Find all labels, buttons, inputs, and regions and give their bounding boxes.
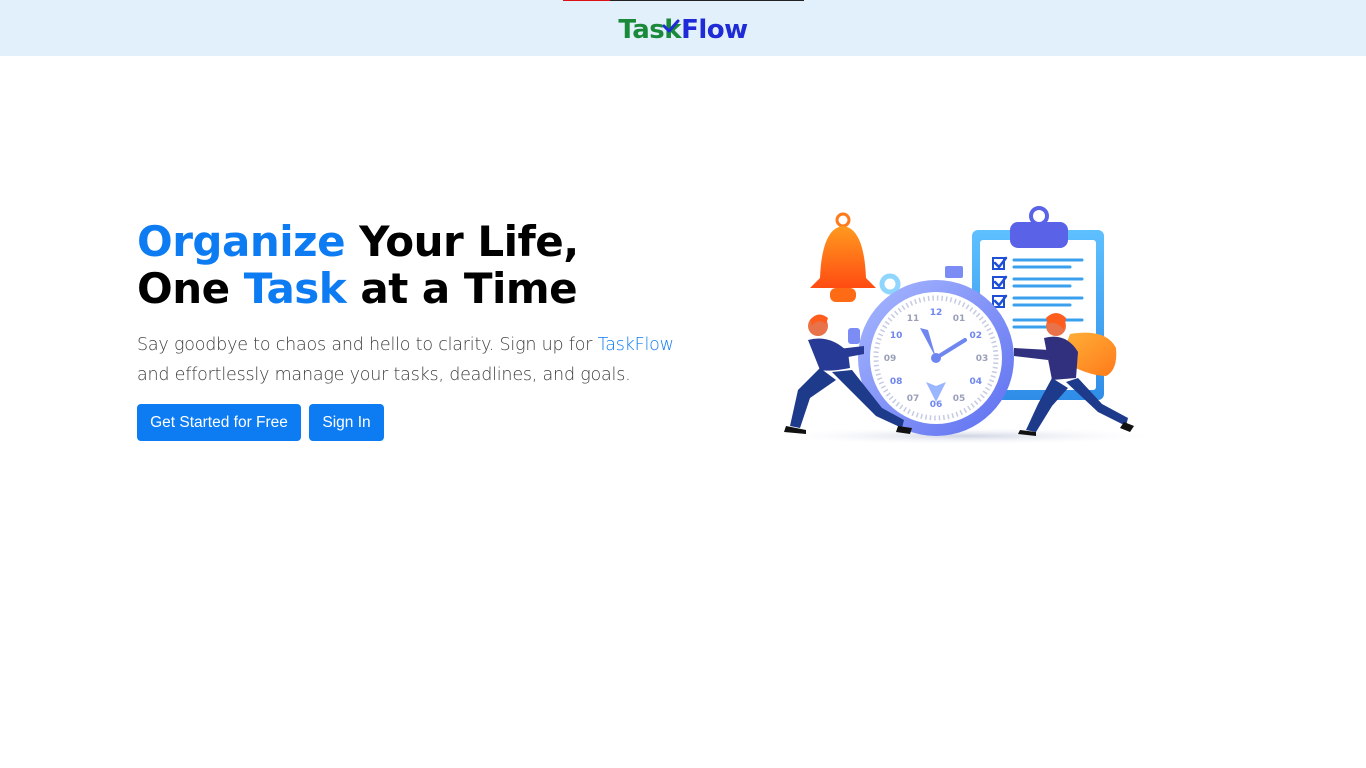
hero-description-before: Say goodbye to chaos and hello to clarit… [137, 335, 598, 355]
hero-title-accent-1: Organize [137, 217, 346, 266]
hero-title-rest-1: Your Life, [345, 217, 579, 266]
clock-number: 05 [953, 394, 966, 404]
taskflow-logo[interactable]: Task Flow [618, 15, 748, 45]
hero-description-brand: TaskFlow [597, 335, 674, 355]
hero-description: Say goodbye to chaos and hello to clarit… [137, 330, 697, 390]
clock-number: 10 [890, 331, 903, 341]
clock-number: 03 [976, 354, 989, 364]
top-header: Task Flow [0, 0, 1366, 56]
clock-number: 04 [970, 377, 983, 387]
clock-number: 08 [890, 377, 903, 387]
top-progress-line-accent [563, 0, 610, 1]
logo-check-icon [662, 19, 680, 33]
clock-number: 01 [953, 314, 966, 324]
logo-flow-text: Flow [681, 15, 748, 45]
hero-illustration: 120102030405060708091011 [765, 206, 1165, 445]
hero-title: Organize Your Life, One Task at a Time [137, 218, 579, 312]
sign-in-button[interactable]: Sign In [309, 404, 384, 441]
clock-number: 07 [907, 394, 920, 404]
get-started-button[interactable]: Get Started for Free [137, 404, 301, 441]
hero-title-start-2: One [137, 264, 244, 313]
hero-description-after: and effortlessly manage your tasks, dead… [137, 365, 631, 385]
bell-icon [810, 212, 876, 302]
clock-number: 11 [907, 314, 920, 324]
clock-number: 09 [884, 354, 897, 364]
hero-title-end-2: at a Time [346, 264, 578, 313]
clock-number: 02 [970, 331, 983, 341]
clock-number: 12 [930, 308, 943, 318]
hero-title-accent-2: Task [243, 264, 347, 313]
